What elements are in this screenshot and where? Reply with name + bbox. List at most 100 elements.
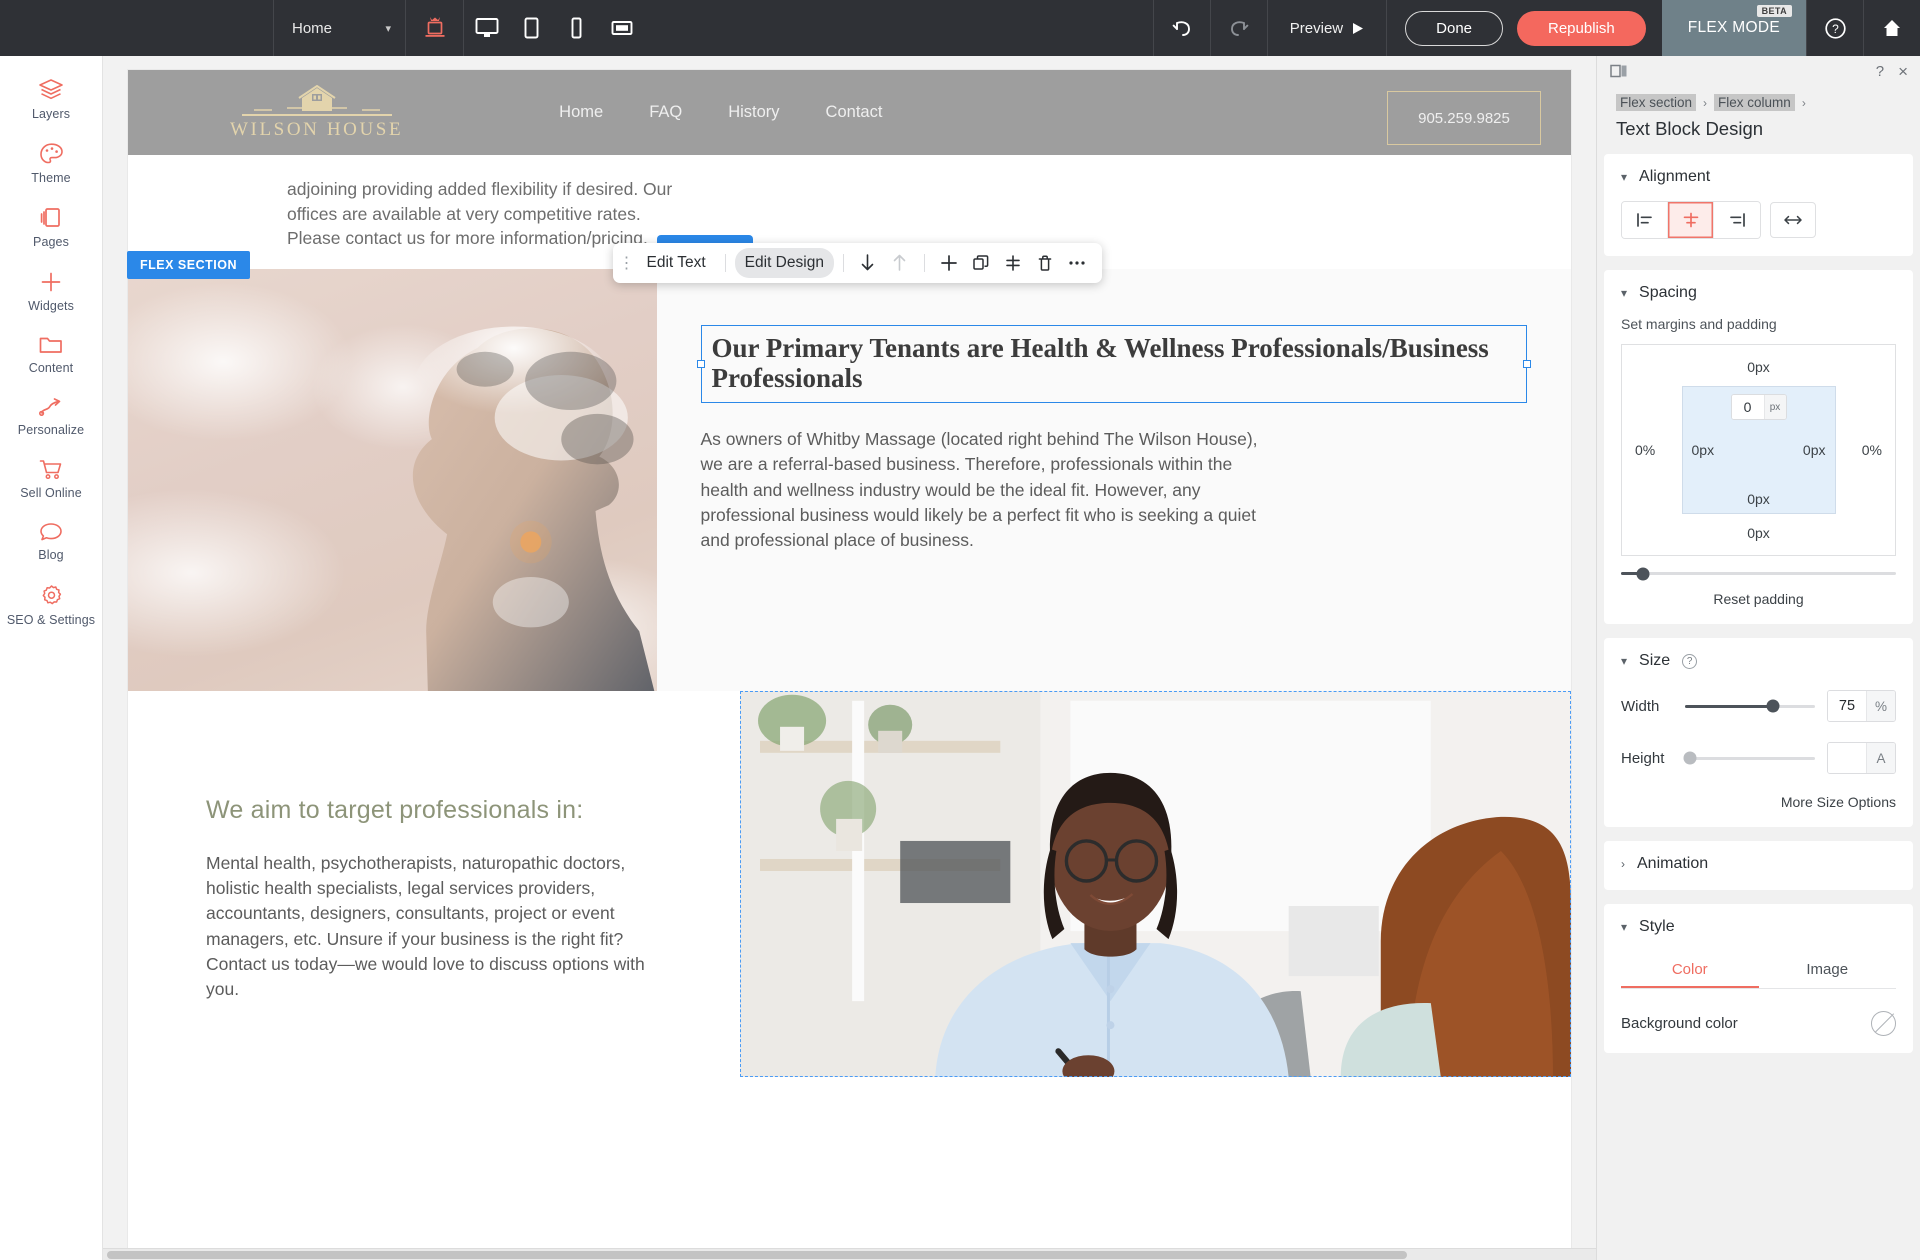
margin-top-value[interactable]: 0px	[1747, 359, 1770, 375]
background-color-swatch[interactable]	[1871, 1011, 1896, 1036]
alignment-section-header[interactable]: ▾ Alignment	[1621, 168, 1896, 186]
device-mobile-button[interactable]	[554, 0, 599, 56]
site-nav-item-faq[interactable]: FAQ	[649, 103, 682, 122]
align-left-button[interactable]	[1622, 202, 1668, 238]
panel-help-button[interactable]: ?	[1876, 63, 1884, 80]
sidebar-item-widgets[interactable]: Widgets	[0, 260, 102, 324]
sidebar-item-seo-settings[interactable]: SEO & Settings	[0, 573, 102, 638]
panel-toggle-icon[interactable]	[1610, 63, 1628, 79]
site-phone-button[interactable]: 905.259.9825	[1387, 91, 1541, 145]
align-center-button[interactable]	[1668, 202, 1714, 238]
align-right-button[interactable]	[1714, 202, 1760, 238]
width-slider[interactable]	[1685, 699, 1815, 713]
body-text-block[interactable]: As owners of Whitby Massage (located rig…	[701, 427, 1266, 554]
style-heading: Style	[1639, 918, 1675, 935]
canvas-horizontal-scrollbar[interactable]	[103, 1248, 1596, 1260]
done-button[interactable]: Done	[1405, 10, 1503, 46]
device-laptop-crown-button[interactable]	[406, 0, 464, 56]
flex-mode-label: FLEX MODE	[1687, 19, 1780, 36]
style-section-header[interactable]: ▾ Style	[1621, 918, 1896, 936]
sidebar-item-sell-online[interactable]: Sell Online	[0, 448, 102, 511]
device-desktop-button[interactable]	[464, 0, 509, 56]
size-help-icon[interactable]: ?	[1682, 653, 1698, 669]
spacing-slider[interactable]	[1621, 567, 1896, 580]
size-section-header[interactable]: ▾ Size ?	[1621, 652, 1896, 670]
preview-button[interactable]: Preview	[1266, 0, 1386, 56]
add-element-button[interactable]	[934, 248, 964, 278]
spacing-box[interactable]: 0px 0px 0% 0% 0 px 0px 0px 0px	[1621, 344, 1896, 556]
editor-canvas: WILSON HOUSE Home FAQ History Contact 90…	[103, 56, 1596, 1260]
tablet-icon	[523, 17, 540, 39]
republish-button[interactable]: Republish	[1517, 10, 1646, 46]
move-down-button[interactable]	[853, 248, 883, 278]
resize-handle-right[interactable]	[1523, 359, 1531, 368]
reset-padding-link[interactable]: Reset padding	[1621, 591, 1896, 607]
page-selector[interactable]: Home ▾	[274, 0, 406, 56]
width-slider-knob[interactable]	[1766, 699, 1780, 713]
width-value[interactable]: 75	[1828, 691, 1866, 721]
site-nav-item-contact[interactable]: Contact	[826, 103, 883, 122]
padding-top-unit[interactable]: px	[1763, 395, 1786, 419]
redo-button[interactable]	[1209, 0, 1267, 56]
height-unit[interactable]: A	[1866, 743, 1895, 773]
image-double-exposure[interactable]	[128, 268, 657, 691]
padding-bottom-value[interactable]: 0px	[1747, 491, 1770, 507]
padding-box[interactable]: 0 px 0px 0px 0px	[1681, 386, 1836, 514]
edit-text-button[interactable]: Edit Text	[637, 248, 716, 278]
sidebar-item-content[interactable]: Content	[0, 324, 102, 386]
height-slider[interactable]	[1683, 751, 1815, 765]
move-up-button[interactable]	[885, 248, 915, 278]
sidebar-item-layers[interactable]: Layers	[0, 68, 102, 132]
lower-text-column[interactable]: We aim to target professionals in: Menta…	[128, 691, 740, 1077]
edit-design-button[interactable]: Edit Design	[734, 247, 834, 278]
breadcrumb-flex-section[interactable]: Flex section	[1616, 94, 1697, 111]
margin-right-value[interactable]: 0%	[1862, 442, 1882, 458]
flex-section-badge[interactable]: FLEX SECTION	[127, 250, 250, 279]
headline-text-block[interactable]: Our Primary Tenants are Health & Wellnes…	[696, 324, 1531, 403]
padding-top-value[interactable]: 0	[1731, 395, 1764, 419]
animation-section-header[interactable]: › Animation	[1621, 855, 1896, 873]
height-slider-knob[interactable]	[1683, 751, 1697, 765]
padding-left-value[interactable]: 0px	[1692, 442, 1715, 458]
padding-top-input[interactable]: 0 px	[1730, 394, 1787, 420]
tab-image[interactable]: Image	[1759, 952, 1897, 988]
delete-button[interactable]	[1030, 248, 1060, 278]
flex-mode-button[interactable]: FLEX MODE BETA	[1661, 0, 1806, 56]
sidebar-item-pages[interactable]: Pages	[0, 196, 102, 260]
device-wide-button[interactable]	[599, 0, 644, 56]
site-nav-item-history[interactable]: History	[728, 103, 779, 122]
undo-button[interactable]	[1152, 0, 1210, 56]
spacing-section-header[interactable]: ▾ Spacing	[1621, 284, 1896, 302]
site-logo[interactable]: WILSON HOUSE	[230, 84, 403, 141]
flex-section[interactable]: FLEX SECTION ⋮ Edit Text Edit Design Our…	[127, 234, 1571, 691]
device-tablet-button[interactable]	[509, 0, 554, 56]
more-size-options-link[interactable]: More Size Options	[1621, 794, 1896, 810]
tab-color[interactable]: Color	[1621, 952, 1759, 988]
width-input[interactable]: 75 %	[1827, 690, 1896, 722]
sidebar-item-personalize[interactable]: Personalize	[0, 386, 102, 448]
duplicate-button[interactable]	[966, 248, 996, 278]
resize-handle-left[interactable]	[696, 359, 705, 368]
margin-left-value[interactable]: 0%	[1635, 442, 1655, 458]
more-options-button[interactable]	[1062, 248, 1092, 278]
home-button[interactable]	[1863, 0, 1920, 56]
align-button[interactable]	[998, 248, 1028, 278]
panel-close-button[interactable]: ×	[1898, 63, 1908, 80]
height-input[interactable]: A	[1827, 742, 1896, 774]
margin-bottom-value[interactable]: 0px	[1747, 525, 1770, 541]
left-sidebar: Layers Theme Pages Widgets Content Perso…	[0, 56, 103, 1260]
drag-grip-icon[interactable]: ⋮	[619, 253, 635, 273]
stretch-horizontal-button[interactable]	[1770, 202, 1816, 238]
flex-column-text[interactable]: › Text Block ⋮ Edit Text Edit Design	[612, 234, 1571, 691]
sidebar-item-theme[interactable]: Theme	[0, 132, 102, 196]
width-unit[interactable]: %	[1866, 691, 1895, 721]
help-button[interactable]: ?	[1806, 0, 1863, 56]
sidebar-item-blog[interactable]: Blog	[0, 511, 102, 573]
alignment-card: ▾ Alignment	[1604, 154, 1913, 256]
site-nav-item-home[interactable]: Home	[559, 103, 603, 122]
breadcrumb-flex-column[interactable]: Flex column	[1714, 94, 1795, 111]
height-value[interactable]	[1828, 743, 1866, 773]
image-therapist-consultation[interactable]	[740, 690, 1571, 1077]
spacing-slider-knob[interactable]	[1636, 567, 1650, 580]
padding-right-value[interactable]: 0px	[1803, 442, 1826, 458]
